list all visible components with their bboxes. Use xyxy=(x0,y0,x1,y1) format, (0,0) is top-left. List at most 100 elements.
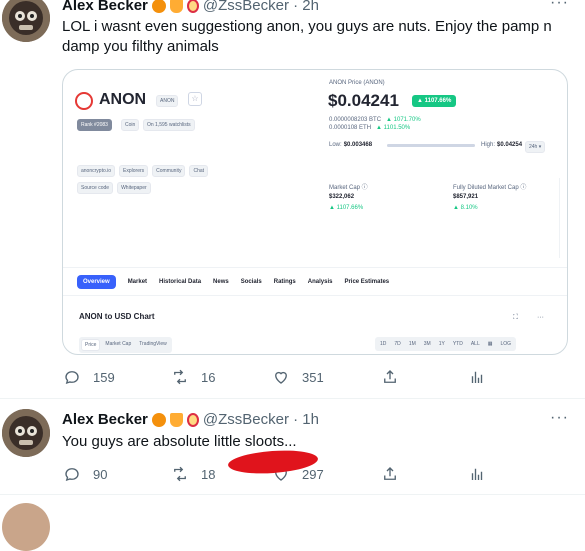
orange-emoji-icon xyxy=(151,412,166,427)
like-count: 351 xyxy=(302,369,324,385)
price-range-bar xyxy=(387,144,475,147)
like-count: 297 xyxy=(302,466,324,482)
analytics-button[interactable] xyxy=(468,465,486,483)
whitepaper-link[interactable]: Whitepaper xyxy=(117,182,151,194)
next-tweet-avatar[interactable] xyxy=(2,503,50,551)
coin-name: ANON xyxy=(99,91,147,108)
retweet-count: 16 xyxy=(201,369,216,385)
explorers-dropdown[interactable]: Explorers xyxy=(119,165,149,177)
author-name[interactable]: Alex Becker xyxy=(62,411,148,428)
retweet-count: 18 xyxy=(201,466,216,482)
tweet-image[interactable]: ANON ANON ☆ Rank #2083 Coin On 1,595 wat… xyxy=(62,69,568,355)
tweet-divider xyxy=(0,494,585,495)
chart-title: ANON to USD Chart xyxy=(79,312,155,321)
stats-divider xyxy=(559,178,560,258)
anon-logo-icon xyxy=(75,92,93,110)
analytics-icon xyxy=(471,468,483,480)
range-all[interactable]: ALL xyxy=(467,339,483,349)
market-cap-value: $322,062 xyxy=(329,194,355,200)
calendar-icon[interactable]: ▦ xyxy=(484,339,496,349)
range-ytd[interactable]: YTD xyxy=(449,339,466,349)
chart-tab-tradingview[interactable]: TradingView xyxy=(136,339,170,351)
orange-emoji-icon xyxy=(151,0,166,13)
share-button[interactable] xyxy=(381,465,399,483)
heart-icon xyxy=(275,371,287,384)
analytics-button[interactable] xyxy=(468,368,486,386)
share-icon xyxy=(384,467,396,480)
author-handle[interactable]: @ZssBecker · 1h xyxy=(203,411,319,428)
price-value: $0.04241 xyxy=(328,91,399,110)
reply-icon xyxy=(65,468,79,482)
tab-historical-data[interactable]: Historical Data xyxy=(159,279,201,285)
trophy-emoji-icon xyxy=(169,412,183,427)
star-icon[interactable]: ☆ xyxy=(188,92,202,106)
btc-price: 0.0000008203 BTC xyxy=(329,117,382,123)
reply-count: 90 xyxy=(93,466,108,482)
log-toggle[interactable]: LOG xyxy=(497,339,515,349)
high-label: High: xyxy=(481,142,496,148)
chat-dropdown[interactable]: Chat xyxy=(189,165,209,177)
range-3m[interactable]: 3M xyxy=(420,339,434,349)
more-options-button[interactable]: ··· xyxy=(550,409,569,427)
avatar[interactable] xyxy=(2,409,50,457)
tweet-text: LOL i wasnt even suggestiong anon, you g… xyxy=(62,18,552,55)
fdv-label: Fully Diluted Market Cap ⓘ xyxy=(453,185,527,191)
tab-ratings[interactable]: Ratings xyxy=(274,279,296,285)
retweet-icon xyxy=(174,466,186,482)
website-link[interactable]: anoncrypto.io xyxy=(77,165,116,177)
card-tab-divider xyxy=(63,267,567,268)
share-button[interactable] xyxy=(381,368,399,386)
range-7d[interactable]: 7D xyxy=(391,339,404,349)
like-button[interactable]: 351 xyxy=(272,368,324,386)
range-select[interactable]: 24h ▾ xyxy=(525,141,546,153)
reply-button[interactable]: 159 xyxy=(63,368,115,386)
tweet-2[interactable]: Alex Becker @ZssBecker · 1h ··· You guys… xyxy=(0,399,585,495)
retweet-icon xyxy=(174,369,186,385)
avatar[interactable] xyxy=(2,0,50,42)
watchlist-badge: On 1,595 watchlists xyxy=(143,119,195,131)
ticker-badge: ANON xyxy=(156,95,179,107)
reply-button[interactable]: 90 xyxy=(63,465,107,483)
high-value: $0.04254 xyxy=(497,142,523,148)
price-change-badge: ▲ 1107.66% xyxy=(412,95,457,107)
chart-tab-price[interactable]: Price xyxy=(81,339,101,351)
tweet-text: You guys are absolute little sloots... xyxy=(62,433,297,450)
reply-count: 159 xyxy=(93,369,115,385)
tab-news[interactable]: News xyxy=(213,279,229,285)
tab-market[interactable]: Market xyxy=(128,279,147,285)
author-handle[interactable]: @ZssBecker · 2h xyxy=(203,0,319,14)
tweet-1[interactable]: Alex Becker @ZssBecker · 2h ··· LOL i wa… xyxy=(0,0,585,400)
range-1d[interactable]: 1D xyxy=(377,339,390,349)
share-icon xyxy=(384,370,396,383)
type-badge: Coin xyxy=(121,119,140,131)
source-code-link[interactable]: Source code xyxy=(77,182,114,194)
tab-analysis[interactable]: Analysis xyxy=(308,279,333,285)
btc-change: ▲ 1071.70% xyxy=(386,117,421,123)
tab-overview[interactable]: Overview xyxy=(77,275,116,289)
low-label: Low: xyxy=(329,142,342,148)
trophy-emoji-icon xyxy=(169,0,183,13)
low-value: $0.003468 xyxy=(343,142,373,148)
eth-price: 0.0000108 ETH xyxy=(329,125,372,131)
chart-more-icon[interactable]: ··· xyxy=(537,314,544,321)
tab-socials[interactable]: Socials xyxy=(241,279,262,285)
retweet-button[interactable]: 16 xyxy=(171,368,215,386)
author-name[interactable]: Alex Becker xyxy=(62,0,148,14)
more-options-button[interactable]: ··· xyxy=(550,0,569,12)
range-1m[interactable]: 1M xyxy=(405,339,419,349)
rank-badge: Rank #2083 xyxy=(77,119,112,131)
price-label: ANON Price (ANON) xyxy=(329,80,385,86)
eth-change: ▲ 1101.50% xyxy=(376,125,411,131)
analytics-icon xyxy=(471,371,483,383)
expand-icon[interactable]: ⛶ xyxy=(513,314,518,322)
fdv-value: $857,921 xyxy=(453,194,479,200)
market-cap-change: ▲ 1107.66% xyxy=(329,205,364,211)
retweet-button[interactable]: 18 xyxy=(171,465,215,483)
range-1y[interactable]: 1Y xyxy=(435,339,448,349)
tab-price-estimates[interactable]: Price Estimates xyxy=(344,279,389,285)
community-dropdown[interactable]: Community xyxy=(152,165,186,177)
fdv-change: ▲ 8.10% xyxy=(453,205,478,211)
medal-emoji-icon xyxy=(186,412,199,427)
chart-tab-market-cap[interactable]: Market Cap xyxy=(102,339,135,351)
market-cap-label: Market Cap ⓘ xyxy=(329,185,368,191)
